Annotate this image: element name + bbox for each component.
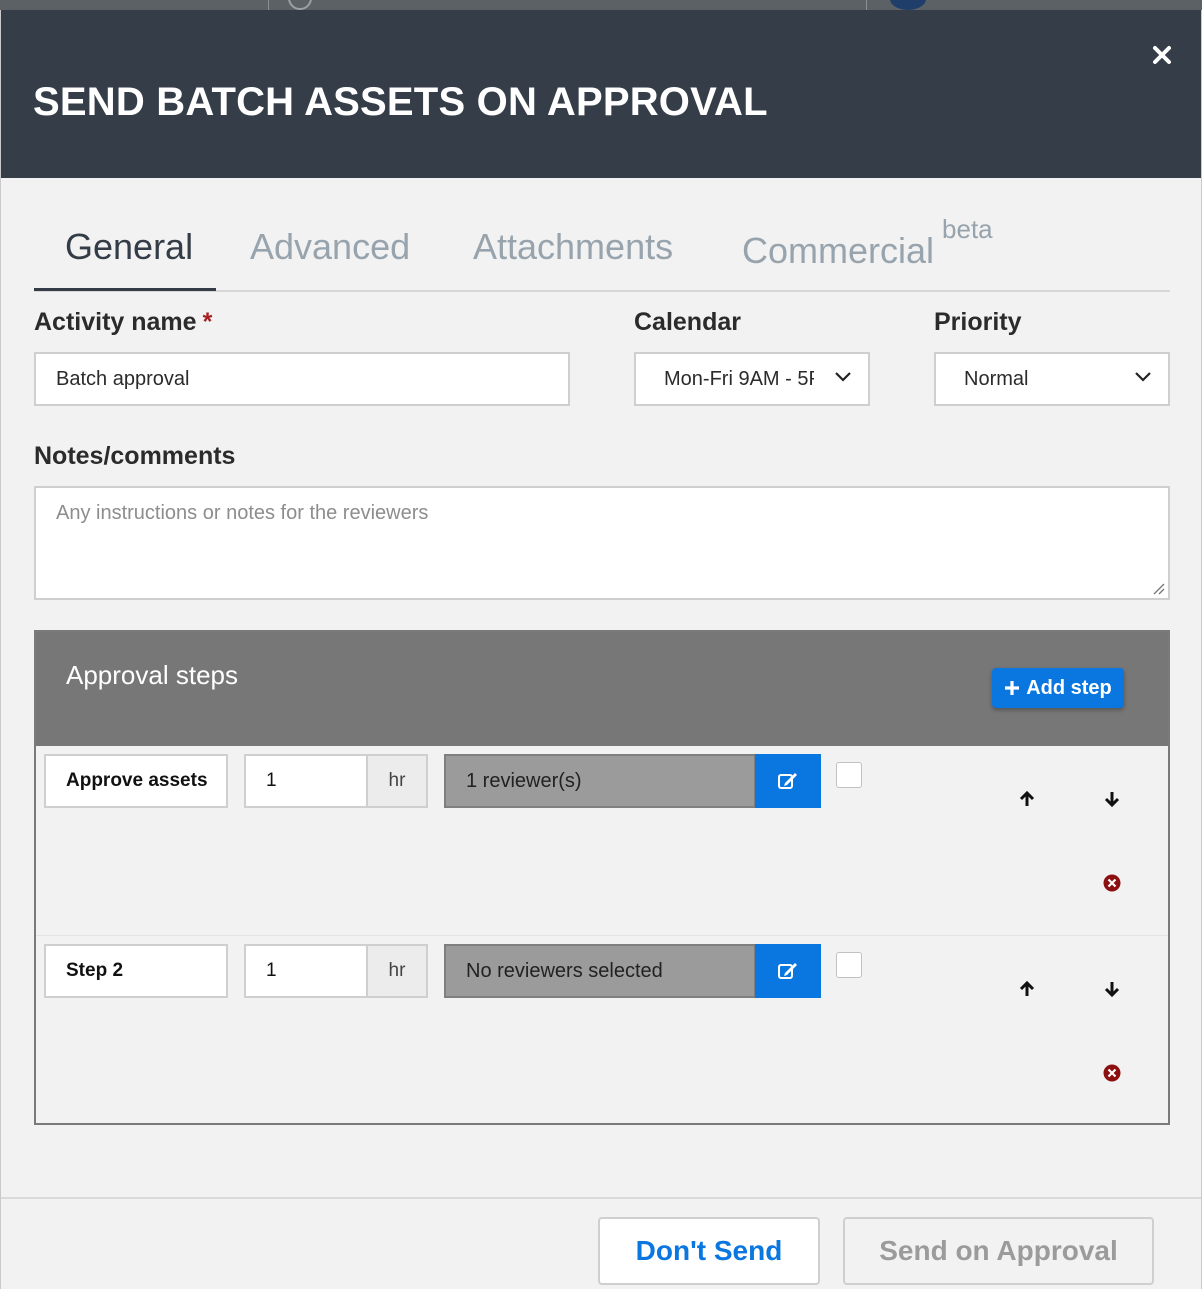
notes-label: Notes/comments [34,442,236,470]
background-divider [866,0,867,10]
step-reviewers-value: No reviewers selected [466,959,663,982]
dialog-footer: Don't Send Send on Approval [1,1197,1201,1289]
add-step-label: Add step [1026,676,1112,699]
step-checkbox[interactable] [836,952,862,978]
step-name-input[interactable]: Approve assets [44,754,228,808]
send-on-approval-button[interactable]: Send on Approval [843,1217,1154,1285]
priority-value: Normal [964,367,1029,390]
step-reviewers-value: 1 reviewer(s) [466,769,582,792]
activity-name-label-text: Activity name [34,308,197,336]
tab-advanced[interactable]: Advanced [250,226,410,268]
step-duration-input[interactable]: 1 [244,944,368,998]
arrow-down-icon [1104,982,1120,998]
chevron-down-icon [1135,372,1151,382]
step-duration-input[interactable]: 1 [244,754,368,808]
activity-name-value: Batch approval [56,367,190,390]
step-name-value: Step 2 [66,960,124,981]
tab-commercial[interactable]: Commercialbeta [742,214,993,272]
approval-steps-panel: Approval steps Add step Approve assets 1… [34,630,1170,1125]
active-tab-indicator [34,288,216,291]
background-icon [288,0,312,10]
step-duration-unit: hr [366,754,428,808]
priority-label: Priority [934,308,1022,336]
dont-send-button[interactable]: Don't Send [598,1217,820,1285]
calendar-label: Calendar [634,308,741,336]
edit-reviewers-button[interactable] [755,754,821,808]
required-marker: * [202,308,213,336]
approval-steps-header: Approval steps Add step [36,632,1168,746]
arrow-up-icon [1019,980,1035,996]
move-step-up-button[interactable] [1014,786,1040,812]
add-step-button[interactable]: Add step [992,668,1124,708]
background-divider [268,0,269,10]
dialog-title: SEND BATCH ASSETS ON APPROVAL [33,80,768,124]
remove-step-button[interactable] [1102,1063,1122,1083]
remove-circle-icon [1103,1064,1121,1082]
step-reviewers-field: No reviewers selected [444,944,756,998]
close-button[interactable] [1147,40,1177,70]
step-duration-value: 1 [266,770,277,791]
step-duration-unit: hr [366,944,428,998]
chevron-down-icon [835,372,851,382]
dialog-header: SEND BATCH ASSETS ON APPROVAL [1,10,1201,178]
remove-step-button[interactable] [1102,873,1122,893]
beta-badge: beta [942,214,993,244]
arrow-up-icon [1019,790,1035,806]
step-reviewers-field: 1 reviewer(s) [444,754,756,808]
notes-textarea[interactable]: Any instructions or notes for the review… [34,486,1170,600]
approval-steps-title: Approval steps [66,660,238,690]
step-checkbox[interactable] [836,762,862,788]
move-step-down-button[interactable] [1099,976,1125,1002]
step-duration-value: 1 [266,960,277,981]
tab-attachments[interactable]: Attachments [473,226,673,268]
resize-grip-icon[interactable] [1151,581,1165,595]
arrow-down-icon [1104,792,1120,808]
activity-name-input[interactable]: Batch approval [34,352,570,406]
tab-commercial-label: Commercial [742,230,935,271]
calendar-value: Mon-Fri 9AM - 5PM [664,367,814,390]
background-avatar [890,0,926,10]
plus-icon [1005,681,1020,695]
background-page [0,0,1202,10]
priority-select[interactable]: Normal [934,352,1170,406]
notes-placeholder: Any instructions or notes for the review… [56,502,429,524]
edit-icon [778,773,797,789]
approval-step-row: Step 2 1 hr No reviewers selected [36,935,1168,1124]
move-step-down-button[interactable] [1099,786,1125,812]
edit-reviewers-button[interactable] [755,944,821,998]
tab-general[interactable]: General [65,226,193,268]
activity-name-label: Activity name * [34,308,212,337]
calendar-select[interactable]: Mon-Fri 9AM - 5PM [634,352,870,406]
close-icon [1153,46,1171,64]
step-name-input[interactable]: Step 2 [44,944,228,998]
edit-icon [778,963,797,979]
dialog-tabs: General Advanced Attachments Commercialb… [34,210,1170,292]
step-name-value: Approve assets [66,770,208,791]
move-step-up-button[interactable] [1014,976,1040,1002]
approval-step-row: Approve assets 1 hr 1 reviewer(s) [36,746,1168,935]
remove-circle-icon [1103,874,1121,892]
send-approval-dialog: SEND BATCH ASSETS ON APPROVAL General Ad… [0,10,1202,1289]
